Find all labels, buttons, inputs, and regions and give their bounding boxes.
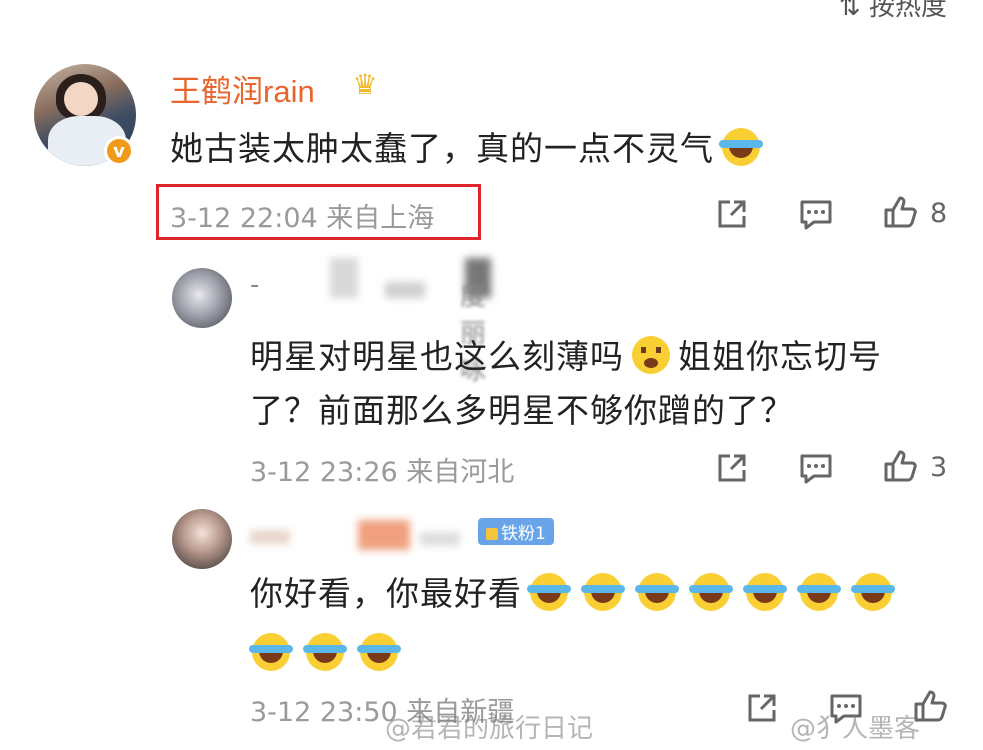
reply-avatar[interactable]: [172, 509, 232, 569]
sort-icon: ⇅: [838, 0, 869, 22]
watermark-left: @君君的旅行日记: [385, 714, 594, 744]
fan-badge-icon: [486, 528, 498, 540]
laugh-cry-emoji-icon: [797, 573, 841, 611]
reply-meta: 3-12 23:26 来自河北: [250, 457, 515, 488]
comment-username[interactable]: 王鹤润rain: [170, 66, 315, 111]
share-icon: [718, 200, 746, 228]
share-button[interactable]: [712, 448, 752, 488]
share-button[interactable]: [712, 194, 752, 234]
sort-label: 按热度: [868, 0, 947, 22]
verified-badge-icon: v: [104, 136, 134, 166]
comment-icon: [800, 454, 832, 484]
reply-button[interactable]: [796, 448, 836, 488]
laugh-cry-emoji-icon: [851, 573, 895, 611]
laugh-cry-emoji-icon: [303, 633, 347, 671]
reply-username[interactable]: - 度丽咏: [250, 258, 491, 386]
crown-icon: ♛: [352, 68, 378, 101]
laugh-cry-emoji-icon: [689, 573, 733, 611]
like-count: 3: [930, 452, 948, 483]
like-button[interactable]: [880, 446, 920, 486]
reply-username[interactable]: [250, 520, 470, 550]
fan-level-badge: 铁粉1: [478, 518, 554, 545]
reply-button[interactable]: [796, 194, 836, 234]
laugh-cry-emoji-icon: [743, 573, 787, 611]
thumbs-up-icon: [884, 196, 917, 228]
reply-text: 明星对明星也这么刻薄吗 姐姐你忘切号 了？前面那么多明星不够你蹭的了？: [250, 336, 882, 430]
laugh-cry-emoji-icon: [527, 573, 571, 611]
comment-text: 她古装太肿太蠢了，真的一点不灵气: [170, 122, 768, 170]
frowning-emoji-icon: [632, 336, 670, 374]
share-icon: [748, 694, 776, 722]
sort-by-hot-toggle[interactable]: ⇅ 按热度: [839, 0, 947, 23]
reply-avatar[interactable]: [172, 268, 232, 328]
reply-text: 你好看，你最好看: [249, 564, 940, 684]
highlight-box: [156, 184, 481, 240]
laugh-cry-emoji-icon: [719, 128, 763, 166]
laugh-cry-emoji-icon: [635, 573, 679, 611]
share-button[interactable]: [742, 688, 782, 728]
laugh-cry-emoji-icon: [357, 633, 401, 671]
comment-icon: [800, 200, 832, 230]
share-icon: [718, 454, 746, 482]
laugh-cry-emoji-icon: [581, 573, 625, 611]
like-count: 8: [930, 198, 948, 229]
thumbs-up-icon: [884, 450, 917, 482]
like-button[interactable]: [880, 192, 920, 232]
laugh-cry-emoji-icon: [249, 633, 293, 671]
watermark-right: @犭人墨客: [790, 714, 921, 744]
